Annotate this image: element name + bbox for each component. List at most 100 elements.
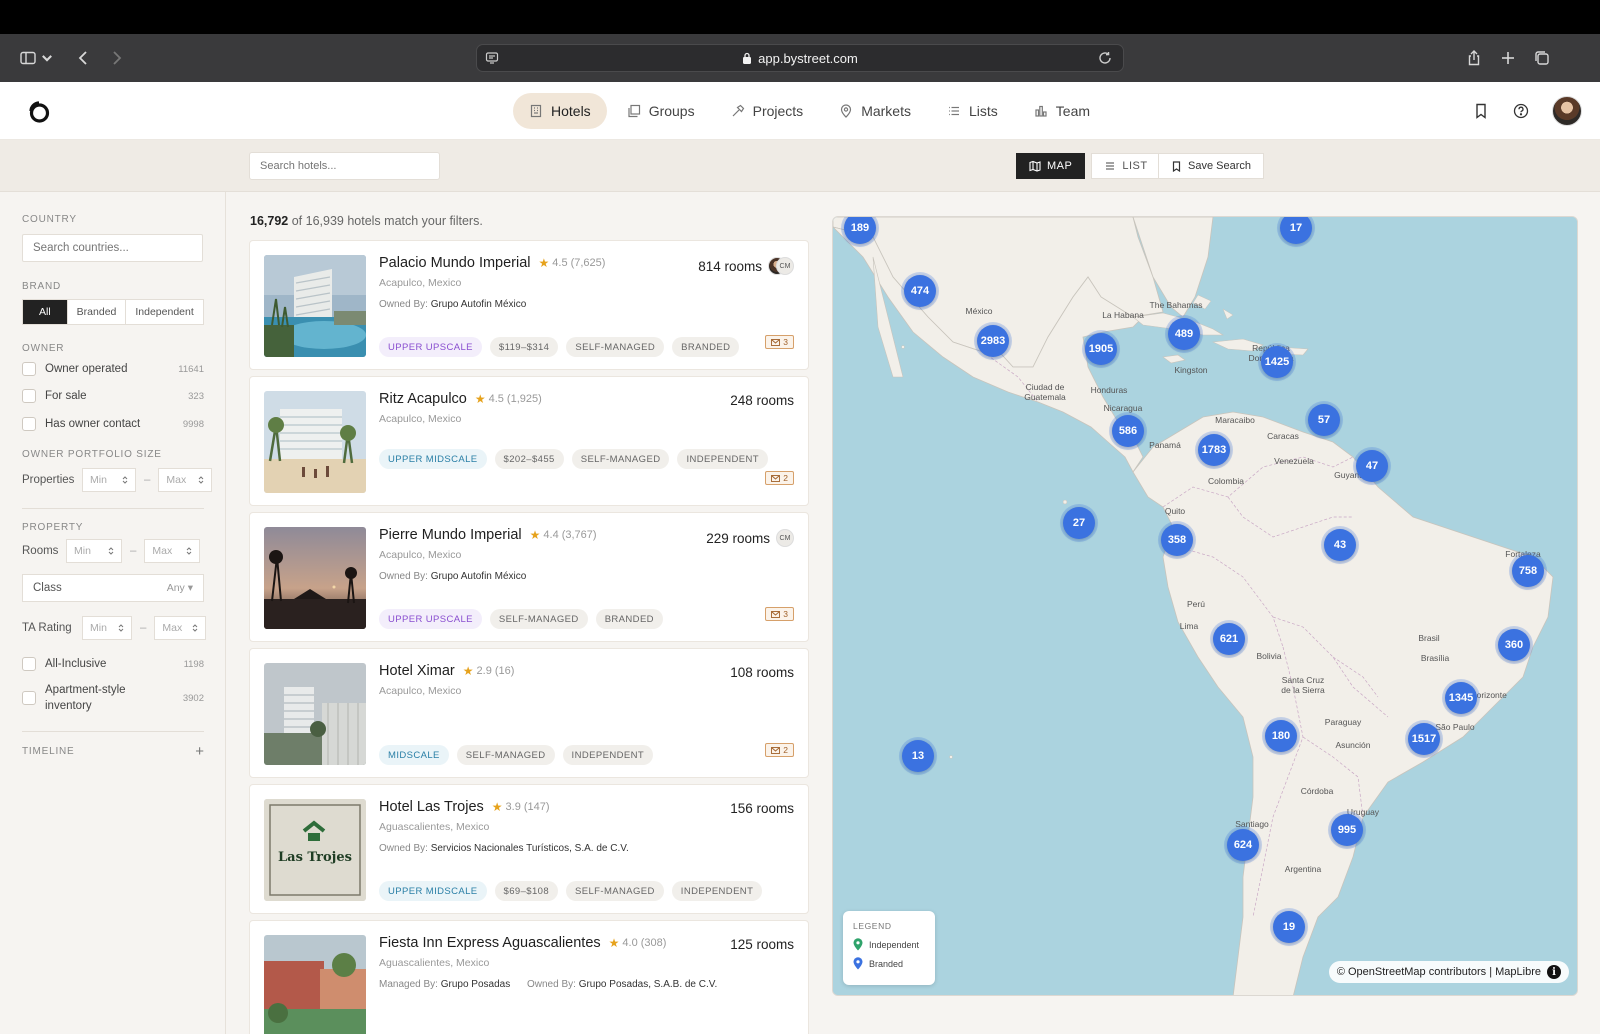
stepper-icon[interactable] [186, 546, 192, 556]
nav-tab-hotels[interactable]: Hotels [513, 93, 607, 129]
stepper-icon[interactable] [108, 546, 114, 556]
hotel-card[interactable]: Ritz Acapulco ★ 4.5 (1,925) Acapulco, Mex… [249, 376, 809, 506]
map-cluster[interactable]: 758 [1512, 555, 1544, 587]
map-cluster[interactable]: 489 [1168, 318, 1200, 350]
stepper-icon[interactable] [198, 475, 204, 485]
map-cluster[interactable]: 358 [1161, 524, 1193, 556]
hotel-map[interactable]: México La Habana The Bahamas Kingston Re… [832, 216, 1578, 996]
hotel-name-text[interactable]: Ritz Acapulco [379, 391, 467, 407]
ta-min-input[interactable]: Min [82, 616, 132, 640]
back-icon[interactable] [72, 46, 96, 70]
map-cluster[interactable]: 43 [1324, 529, 1356, 561]
owner-link[interactable]: Grupo Autofin México [431, 299, 527, 310]
tab-overview-icon[interactable] [1530, 46, 1554, 70]
all-inclusive-checkbox[interactable]: All-Inclusive 1198 [22, 657, 204, 671]
hotel-name-text[interactable]: Fiesta Inn Express Aguascalientes [379, 935, 601, 951]
reader-icon[interactable] [485, 51, 499, 65]
hotel-name[interactable]: Fiesta Inn Express Aguascalientes ★ 4.0 (… [379, 935, 666, 951]
contact-initials[interactable]: CM [776, 529, 794, 547]
map-attribution[interactable]: © OpenStreetMap contributors | MapLibre … [1328, 961, 1569, 983]
user-avatar[interactable] [1552, 96, 1582, 126]
properties-max-input[interactable]: Max [158, 468, 213, 492]
owner-operated-checkbox[interactable]: Owner operated 11641 [22, 362, 204, 376]
brand-option-branded[interactable]: Branded [68, 300, 127, 324]
timeline-section[interactable]: TIMELINE + [22, 743, 204, 760]
nav-tab-projects[interactable]: Projects [715, 93, 820, 129]
hotel-name-text[interactable]: Hotel Las Trojes [379, 799, 484, 815]
plus-icon[interactable]: + [195, 743, 204, 760]
map-cluster[interactable]: 621 [1213, 623, 1245, 655]
map-cluster[interactable]: 624 [1227, 829, 1259, 861]
new-tab-icon[interactable] [1496, 46, 1520, 70]
hotel-card[interactable]: Fiesta Inn Express Aguascalientes ★ 4.0 (… [249, 920, 809, 1034]
mail-badge[interactable]: 3 [765, 335, 794, 349]
attribution-text[interactable]: © OpenStreetMap contributors | MapLibre [1337, 966, 1541, 978]
stepper-icon[interactable] [192, 623, 198, 633]
nav-tab-team[interactable]: Team [1018, 93, 1106, 129]
map-cluster[interactable]: 19 [1273, 911, 1305, 943]
hotel-name-text[interactable]: Pierre Mundo Imperial [379, 527, 522, 543]
forward-icon[interactable] [104, 46, 128, 70]
rooms-min-input[interactable]: Min [66, 539, 122, 563]
stepper-icon[interactable] [122, 475, 128, 485]
manager-link[interactable]: Grupo Posadas [441, 979, 511, 990]
map-cluster[interactable]: 586 [1112, 415, 1144, 447]
list-view-button[interactable]: LIST [1091, 153, 1161, 179]
mail-badge[interactable]: 2 [765, 471, 794, 485]
hotel-name[interactable]: Ritz Acapulco ★ 4.5 (1,925) [379, 391, 542, 407]
nav-tab-lists[interactable]: Lists [931, 93, 1014, 129]
hotel-thumbnail[interactable] [264, 935, 366, 1034]
map-cluster[interactable]: 474 [904, 275, 936, 307]
reload-icon[interactable] [1097, 50, 1113, 66]
checkbox-box[interactable] [22, 389, 36, 403]
nav-tab-groups[interactable]: Groups [611, 93, 711, 129]
contact-initials[interactable]: CM [776, 257, 794, 275]
country-search-input[interactable] [22, 234, 203, 262]
map-cluster[interactable]: 180 [1265, 720, 1297, 752]
map-cluster[interactable]: 360 [1498, 629, 1530, 661]
map-cluster[interactable]: 13 [902, 740, 934, 772]
hotel-thumbnail[interactable]: Las Trojes [264, 799, 366, 901]
checkbox-box[interactable] [22, 691, 36, 705]
map-cluster[interactable]: 1517 [1408, 723, 1440, 755]
nav-tab-markets[interactable]: Markets [823, 93, 927, 129]
stepper-icon[interactable] [118, 623, 124, 633]
hotel-name[interactable]: Hotel Las Trojes ★ 3.9 (147) [379, 799, 550, 815]
apartment-style-checkbox[interactable]: Apartment-style inventory 3902 [22, 682, 204, 714]
map-cluster[interactable]: 995 [1331, 814, 1363, 846]
hotel-thumbnail[interactable] [264, 663, 366, 765]
hotel-thumbnail[interactable] [264, 255, 366, 357]
bookmark-icon[interactable] [1472, 102, 1490, 120]
hotel-card[interactable]: Pierre Mundo Imperial ★ 4.4 (3,767) Acapu… [249, 512, 809, 642]
hotel-search-input[interactable] [249, 152, 440, 180]
hotel-thumbnail[interactable] [264, 527, 366, 629]
mail-badge[interactable]: 3 [765, 607, 794, 621]
bystreet-logo[interactable] [22, 96, 54, 128]
for-sale-checkbox[interactable]: For sale 323 [22, 389, 204, 403]
owner-link[interactable]: Servicios Nacionales Turísticos, S.A. de… [431, 843, 629, 854]
save-search-button[interactable]: Save Search [1158, 153, 1264, 179]
mail-badge[interactable]: 2 [765, 743, 794, 757]
map-view-button[interactable]: MAP [1016, 153, 1086, 179]
sidebar-toggle-icon[interactable] [16, 46, 40, 70]
rooms-max-input[interactable]: Max [144, 539, 201, 563]
hotel-card[interactable]: Las Trojes Hotel Las Trojes ★ 3.9 (147) A… [249, 784, 809, 914]
checkbox-box[interactable] [22, 362, 36, 376]
checkbox-box[interactable] [22, 417, 36, 431]
map-cluster[interactable]: 1425 [1261, 346, 1293, 378]
map-cluster[interactable]: 2983 [977, 325, 1009, 357]
share-icon[interactable] [1462, 46, 1486, 70]
map-cluster[interactable]: 47 [1356, 450, 1388, 482]
map-cluster[interactable]: 27 [1063, 507, 1095, 539]
owner-link[interactable]: Grupo Posadas, S.A.B. de C.V. [579, 979, 718, 990]
hotel-name[interactable]: Palacio Mundo Imperial ★ 4.5 (7,625) [379, 255, 605, 271]
contact-avatars[interactable]: CM [768, 257, 794, 275]
help-icon[interactable] [1512, 102, 1530, 120]
hotel-name-text[interactable]: Palacio Mundo Imperial [379, 255, 531, 271]
owner-link[interactable]: Grupo Autofin México [431, 571, 527, 582]
hotel-name[interactable]: Pierre Mundo Imperial ★ 4.4 (3,767) [379, 527, 597, 543]
hotel-card[interactable]: Hotel Ximar ★ 2.9 (16) Acapulco, Mexico 1… [249, 648, 809, 778]
ta-max-input[interactable]: Max [154, 616, 207, 640]
brand-option-independent[interactable]: Independent [126, 300, 202, 324]
map-cluster[interactable]: 1345 [1445, 682, 1477, 714]
